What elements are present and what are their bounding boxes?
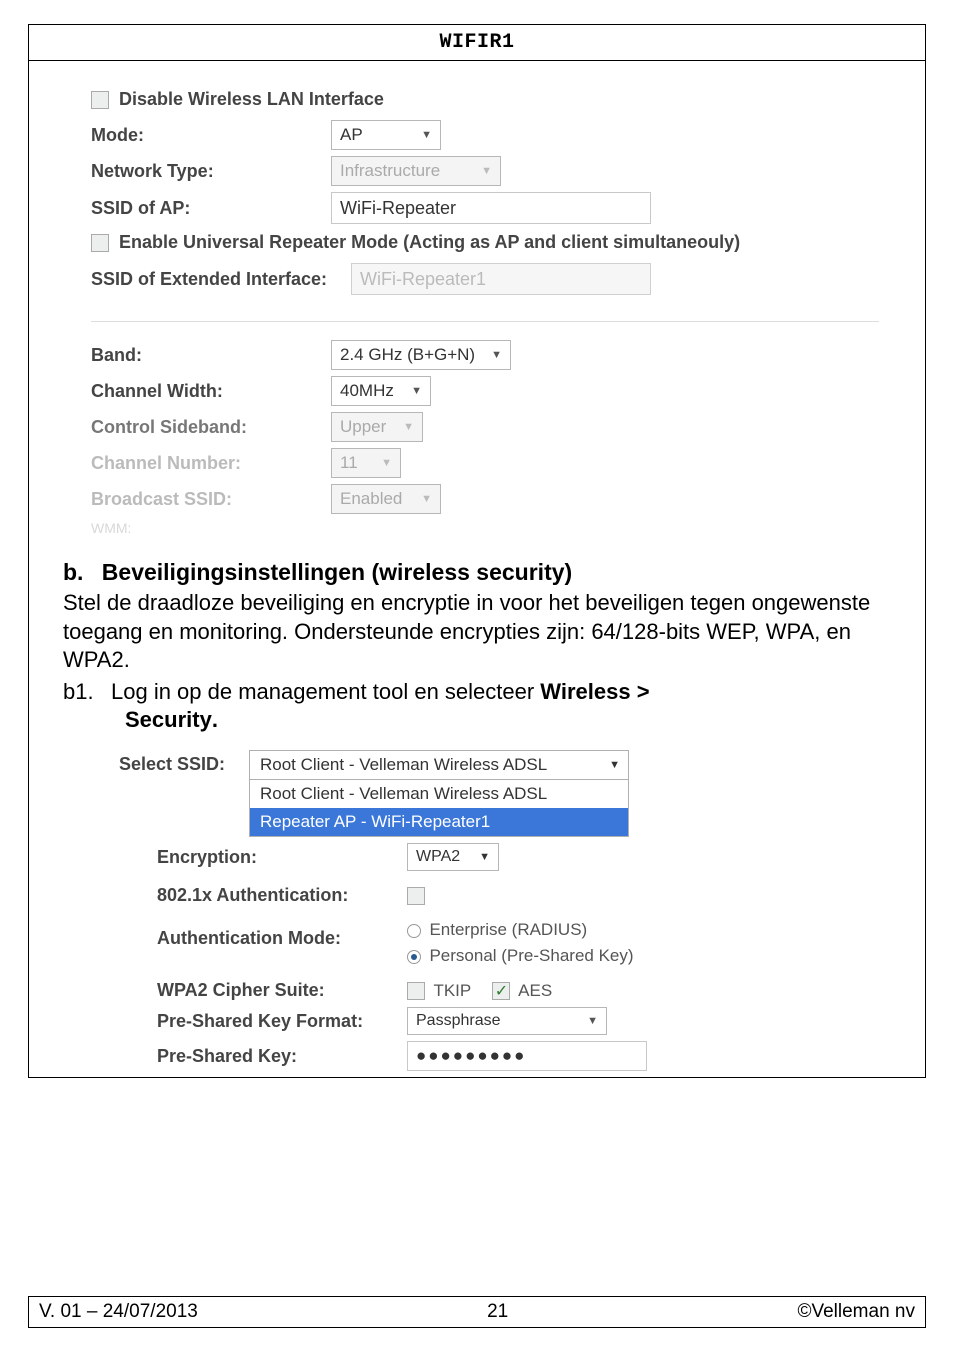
encryption-label: Encryption:	[157, 847, 407, 868]
auth-mode-enterprise-label: Enterprise (RADIUS)	[429, 920, 587, 939]
chevron-down-icon: ▼	[403, 421, 414, 433]
mode-select-value: AP	[340, 125, 363, 145]
auth-mode-personal-radio[interactable]	[407, 950, 421, 964]
encryption-value: WPA2	[416, 848, 460, 866]
cipher-aes-checkbox[interactable]	[492, 982, 510, 1000]
ssid-ap-label: SSID of AP:	[91, 198, 331, 219]
mode-select[interactable]: AP ▼	[331, 120, 441, 150]
chevron-down-icon: ▼	[587, 1015, 598, 1027]
footer-version: V. 01 – 24/07/2013	[39, 1301, 198, 1323]
chevron-down-icon: ▼	[609, 759, 620, 771]
select-ssid-dropdown[interactable]: Root Client - Velleman Wireless ADSL ▼ R…	[249, 750, 629, 837]
header-bar: WIFIR1	[29, 25, 925, 61]
heading-prefix: b.	[63, 559, 83, 585]
psk-input[interactable]: ●●●●●●●●●	[407, 1041, 647, 1071]
step-bold-2: Security	[125, 707, 212, 732]
chevron-down-icon: ▼	[421, 493, 432, 505]
chevron-down-icon: ▼	[481, 165, 492, 177]
channel-width-select[interactable]: 40MHz ▼	[331, 376, 431, 406]
chevron-down-icon: ▼	[411, 385, 422, 397]
chevron-down-icon: ▼	[491, 349, 502, 361]
encryption-select[interactable]: WPA2 ▼	[407, 843, 499, 871]
channel-num-select: 11 ▼	[331, 448, 401, 478]
broadcast-select: Enabled ▼	[331, 484, 441, 514]
ssid-ext-input: WiFi-Repeater1	[351, 263, 651, 295]
step-tail: .	[212, 707, 218, 732]
select-ssid-option[interactable]: Root Client - Velleman Wireless ADSL	[250, 780, 628, 808]
ctrl-side-label: Control Sideband:	[91, 417, 331, 438]
cipher-tkip-label: TKIP	[433, 981, 471, 1000]
auth-mode-enterprise-radio[interactable]	[407, 924, 421, 938]
ctrl-side-value: Upper	[340, 417, 386, 437]
select-ssid-option[interactable]: Repeater AP - WiFi-Repeater1	[250, 808, 628, 836]
chevron-down-icon: ▼	[479, 851, 490, 863]
network-type-value: Infrastructure	[340, 161, 440, 181]
enable-repeater-label: Enable Universal Repeater Mode (Acting a…	[119, 232, 740, 253]
cipher-aes-label: AES	[518, 981, 552, 1000]
mode-label: Mode:	[91, 125, 331, 146]
divider	[91, 321, 879, 322]
cipher-label: WPA2 Cipher Suite:	[157, 980, 407, 1001]
footer-bar: V. 01 – 24/07/2013 21 ©Velleman nv	[28, 1296, 926, 1328]
select-ssid-label: Select SSID:	[119, 750, 249, 775]
auth8021x-label: 802.1x Authentication:	[157, 885, 407, 906]
auth-mode-label: Authentication Mode:	[157, 920, 407, 949]
ctrl-side-select: Upper ▼	[331, 412, 423, 442]
cipher-tkip-checkbox[interactable]	[407, 982, 425, 1000]
select-ssid-options: Root Client - Velleman Wireless ADSL Rep…	[249, 780, 629, 837]
channel-width-value: 40MHz	[340, 381, 394, 401]
footer-copyright: ©Velleman nv	[797, 1301, 915, 1323]
broadcast-label: Broadcast SSID:	[91, 489, 331, 510]
ssid-ap-input[interactable]: WiFi-Repeater	[331, 192, 651, 224]
psk-format-select[interactable]: Passphrase ▼	[407, 1007, 607, 1035]
page-frame: WIFIR1 Disable Wireless LAN Interface Mo…	[28, 24, 926, 1078]
step-text: Log in op de management tool en selectee…	[111, 679, 540, 704]
ssid-ext-label: SSID of Extended Interface:	[91, 269, 351, 290]
form-wireless-security: Select SSID: Root Client - Velleman Wire…	[29, 734, 925, 1071]
channel-num-label: Channel Number:	[91, 453, 331, 474]
auth-mode-personal-label: Personal (Pre-Shared Key)	[429, 946, 633, 965]
heading-text: Beveiligingsinstellingen (wireless secur…	[102, 559, 572, 585]
band-value: 2.4 GHz (B+G+N)	[340, 345, 475, 365]
band-label: Band:	[91, 345, 331, 366]
psk-format-label: Pre-Shared Key Format:	[157, 1011, 407, 1032]
chevron-down-icon: ▼	[421, 129, 432, 141]
wmm-ghost-label: WMM:	[91, 520, 925, 536]
section-b: b. Beveiligingsinstellingen (wireless se…	[29, 542, 925, 734]
disable-wifi-checkbox[interactable]	[91, 91, 109, 109]
psk-format-value: Passphrase	[416, 1012, 501, 1030]
chevron-down-icon: ▼	[381, 457, 392, 469]
disable-wifi-label: Disable Wireless LAN Interface	[119, 89, 384, 110]
intro-paragraph: Stel de draadloze beveiliging en encrypt…	[63, 589, 891, 673]
step-num: b1.	[63, 678, 111, 706]
psk-label: Pre-Shared Key:	[157, 1046, 407, 1067]
channel-num-value: 11	[340, 453, 358, 473]
channel-width-label: Channel Width:	[91, 381, 331, 402]
auth8021x-checkbox[interactable]	[407, 887, 425, 905]
step-bold-1: Wireless >	[540, 679, 649, 704]
broadcast-value: Enabled	[340, 489, 402, 509]
footer-page: 21	[487, 1301, 508, 1323]
network-type-select: Infrastructure ▼	[331, 156, 501, 186]
form-wireless-basic: Disable Wireless LAN Interface Mode: AP …	[29, 71, 925, 514]
enable-repeater-checkbox[interactable]	[91, 234, 109, 252]
page-title: WIFIR1	[439, 31, 514, 54]
network-type-label: Network Type:	[91, 161, 331, 182]
content-area: Disable Wireless LAN Interface Mode: AP …	[29, 61, 925, 1071]
band-select[interactable]: 2.4 GHz (B+G+N) ▼	[331, 340, 511, 370]
select-ssid-value: Root Client - Velleman Wireless ADSL	[260, 755, 547, 775]
